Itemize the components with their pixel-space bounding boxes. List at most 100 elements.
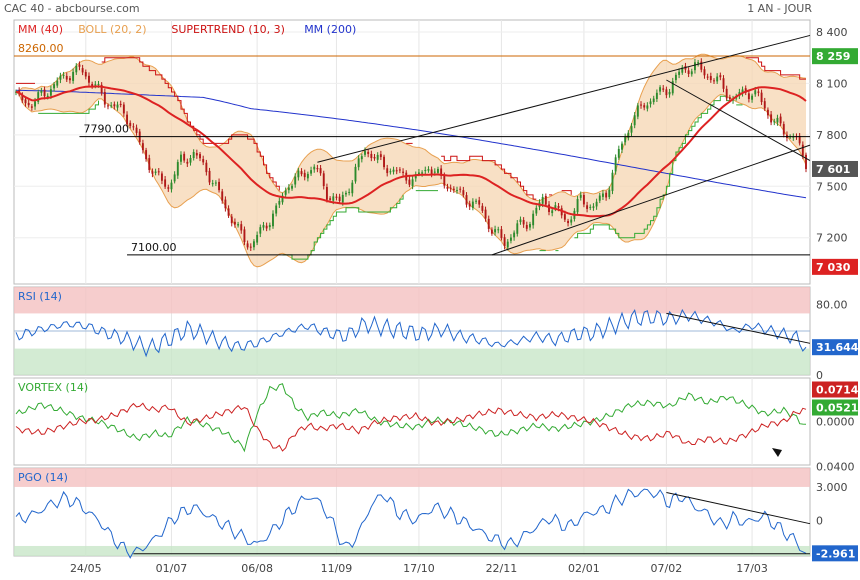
vortex-plus-badge-label: 0.0521 (816, 402, 858, 415)
candle-body (49, 89, 52, 96)
candle-body (389, 171, 392, 173)
candle-body (770, 114, 773, 123)
candle-body (72, 71, 75, 81)
legend-entry: MM (40) (18, 23, 63, 36)
candle-body (722, 78, 725, 89)
candle-body (456, 190, 458, 192)
candle-body (30, 106, 33, 108)
candle-body (576, 198, 579, 213)
x-tick-label: 02/01 (568, 562, 600, 575)
candle-body (544, 196, 547, 205)
candle-body (567, 220, 570, 224)
candle-body (306, 173, 309, 179)
candle-body (703, 69, 706, 76)
candle-body (522, 220, 525, 225)
candle-body (154, 171, 157, 173)
candle-body (773, 121, 776, 123)
price-y-tick-label: 8 400 (816, 26, 848, 39)
candle-body (329, 198, 332, 200)
candle-body (462, 190, 465, 195)
candle-body (284, 190, 287, 195)
candle-body (81, 68, 84, 73)
rsi-title: RSI (14) (18, 290, 62, 303)
candle-body (605, 192, 608, 198)
candle-body (59, 75, 62, 80)
candle-body (697, 62, 700, 64)
candle-body (652, 98, 655, 103)
candle-body (230, 216, 233, 224)
candle-body (383, 156, 385, 168)
candle-body (341, 194, 344, 203)
legend-entry: SUPERTREND (10, 3) (171, 23, 285, 36)
candle-body (291, 185, 293, 189)
rsi-y-tick-label: 80.00 (816, 299, 848, 312)
candle-body (243, 229, 246, 243)
candle-body (214, 182, 217, 184)
candle-body (411, 179, 414, 187)
candle-body (148, 158, 151, 170)
candle-body (348, 191, 351, 193)
candle-body (78, 64, 81, 67)
candle-body (449, 187, 452, 189)
candle-body (395, 170, 398, 172)
candle-body (459, 188, 462, 190)
candle-body (725, 88, 728, 99)
candle-body (218, 181, 221, 191)
candle-body (183, 153, 186, 161)
candle-body (233, 221, 236, 225)
level-label: 7790.00 (83, 123, 129, 136)
candle-body (776, 117, 779, 123)
candle-body (782, 124, 785, 135)
candle-body (719, 75, 722, 78)
candle-body (595, 201, 598, 207)
candle-body (367, 151, 370, 154)
price-y-tick-label: 7 200 (816, 232, 848, 245)
candle-body (43, 89, 46, 97)
x-tick-label: 11/09 (321, 562, 353, 575)
candle-body (62, 74, 65, 76)
candle-body (164, 179, 167, 187)
candle-body (116, 104, 119, 108)
candle-body (513, 232, 516, 238)
candle-body (287, 187, 290, 191)
candle-body (122, 104, 125, 114)
candle-body (611, 172, 614, 191)
candle-body (452, 188, 455, 191)
candle-body (386, 168, 389, 174)
legend-entry: MM (200) (304, 23, 356, 36)
candle-body (592, 206, 595, 208)
candle-body (481, 205, 484, 211)
candle-body (532, 213, 535, 226)
candle-body (310, 170, 313, 174)
candle-body (421, 172, 424, 174)
candle-body (224, 199, 227, 209)
price-badge-label: 7 601 (816, 163, 850, 176)
candle-body (709, 76, 712, 81)
candle-body (84, 71, 87, 77)
candle-body (503, 237, 506, 247)
price-y-tick-label: 7 500 (816, 180, 848, 193)
candle-body (487, 218, 490, 229)
candle-body (335, 196, 338, 198)
candle-body (56, 80, 59, 86)
candle-body (417, 172, 420, 175)
candle-body (145, 150, 148, 160)
candle-body (360, 156, 363, 160)
x-tick-label: 22/11 (486, 562, 518, 575)
candle-body (633, 115, 636, 126)
candle-body (265, 225, 268, 229)
candle-body (192, 152, 195, 158)
candle-body (471, 201, 474, 208)
candle-body (563, 214, 566, 220)
candle-body (132, 126, 135, 128)
candle-body (665, 89, 668, 96)
candle-body (332, 196, 335, 201)
rsi-oversold-zone (14, 348, 810, 375)
candle-body (427, 169, 430, 171)
candle-body (516, 223, 519, 234)
x-tick-label: 17/03 (736, 562, 768, 575)
pgo-low-zone (14, 545, 810, 556)
candle-body (135, 127, 138, 133)
candle-body (674, 74, 677, 81)
candle-body (437, 168, 439, 173)
